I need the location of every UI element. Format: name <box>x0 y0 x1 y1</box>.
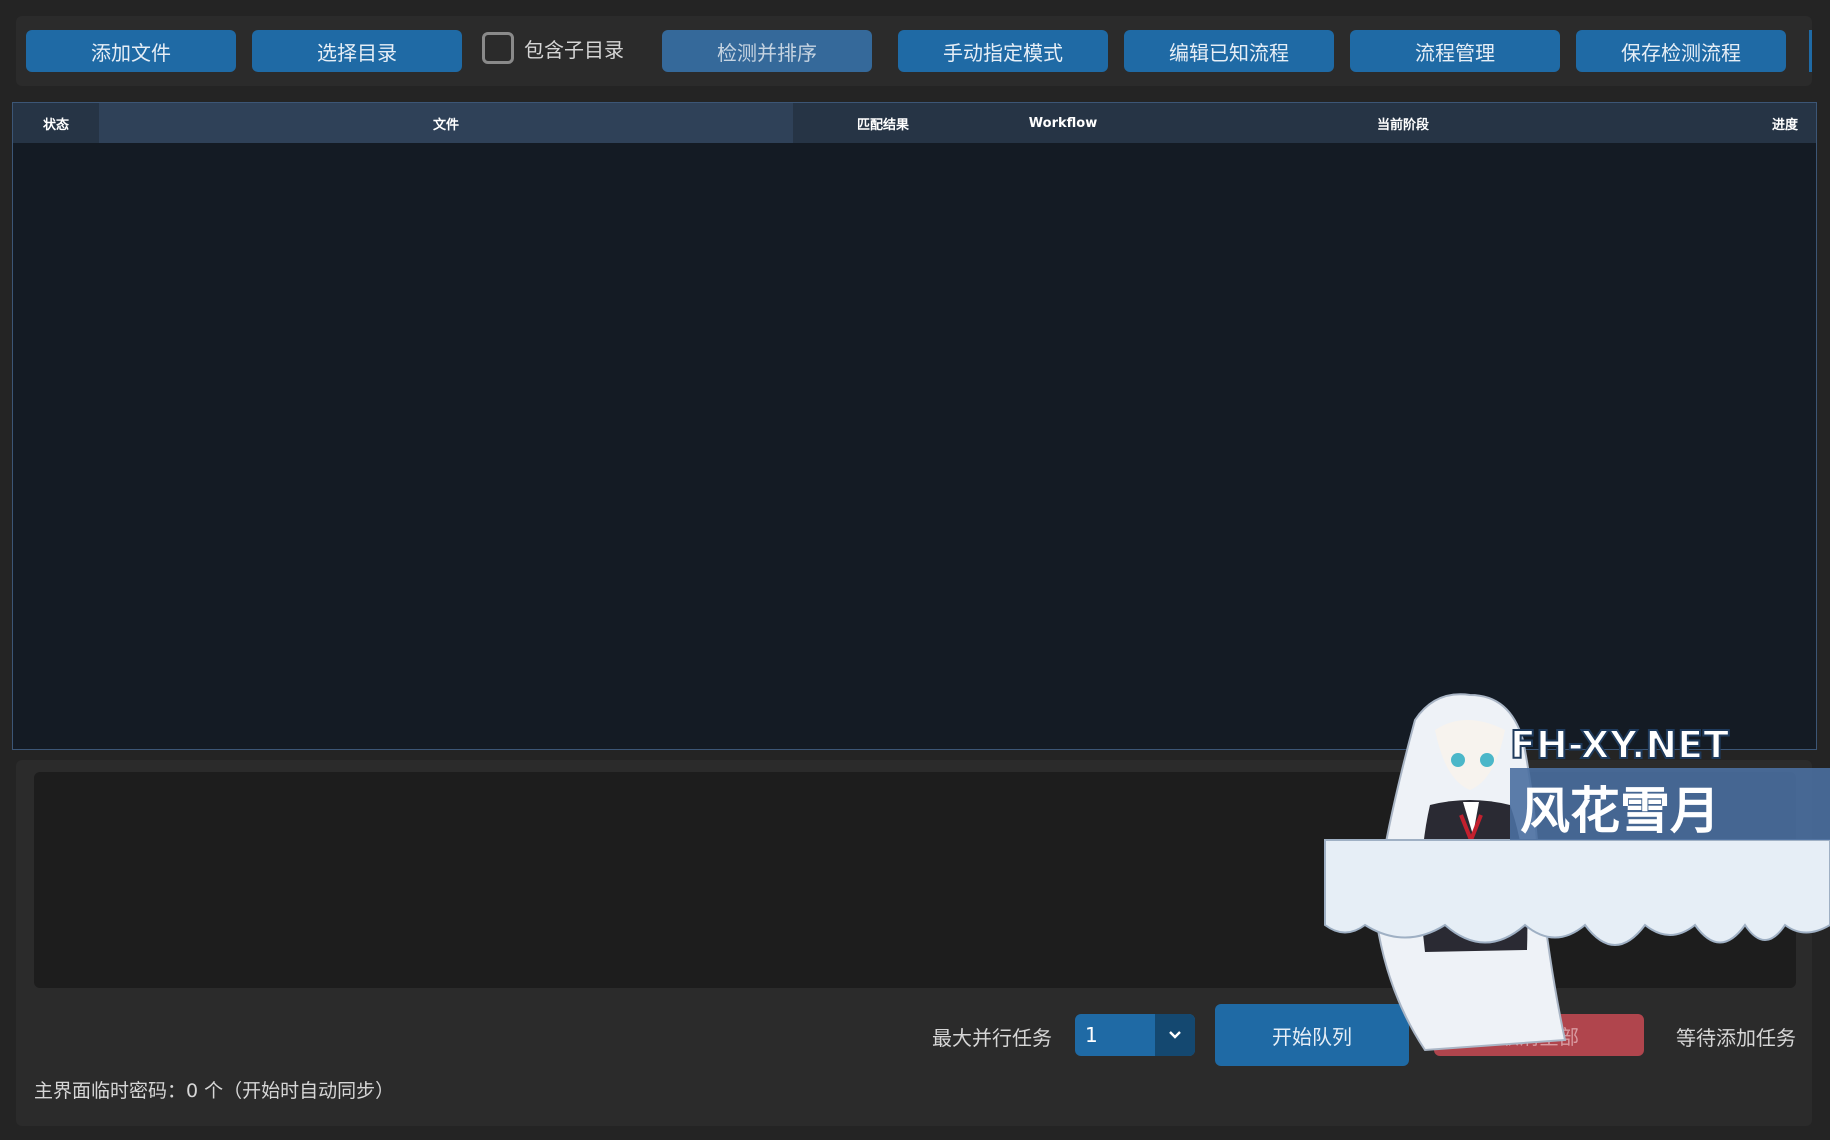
manual-mode-button[interactable]: 手动指定模式 <box>898 30 1108 72</box>
column-header-workflow[interactable]: Workflow <box>973 103 1153 143</box>
watermark-name: 风花雪月 <box>1520 782 1720 840</box>
chevron-down-icon[interactable] <box>1155 1014 1195 1056</box>
include-subdirs-checkbox[interactable]: 包含子目录 <box>482 32 624 64</box>
max-parallel-select[interactable]: 1 <box>1075 1014 1195 1056</box>
checkbox-box[interactable] <box>482 32 514 64</box>
column-header-progress[interactable]: 进度 <box>1753 103 1817 143</box>
column-header-stage[interactable]: 当前阶段 <box>1153 103 1653 143</box>
max-parallel-value: 1 <box>1085 1023 1098 1047</box>
task-table[interactable]: 状态 文件 匹配结果 Workflow 当前阶段 进度 <box>12 102 1817 750</box>
select-directory-button[interactable]: 选择目录 <box>252 30 462 72</box>
temp-password-text: 主界面临时密码：0 个（开始时自动同步） <box>34 1080 395 1102</box>
column-header-file[interactable]: 文件 <box>99 103 793 143</box>
watermark-site: FH-XY.NET <box>1510 723 1729 767</box>
toolbar: 添加文件 选择目录 包含子目录 检测并排序 手动指定模式 编辑已知流程 流程管理… <box>16 16 1812 86</box>
save-detection-flow-button[interactable]: 保存检测流程 <box>1576 30 1786 72</box>
watermark-mascot: 风花雪月 FH-XY.NET <box>1324 693 1830 1052</box>
add-file-button[interactable]: 添加文件 <box>26 30 236 72</box>
max-parallel-label: 最大并行任务 <box>932 1026 1052 1050</box>
toolbar-overflow-edge <box>1809 30 1812 72</box>
column-header-match[interactable]: 匹配结果 <box>793 103 973 143</box>
column-header-status[interactable]: 状态 <box>13 103 99 143</box>
flow-management-button[interactable]: 流程管理 <box>1350 30 1560 72</box>
edit-known-flow-button[interactable]: 编辑已知流程 <box>1124 30 1334 72</box>
detect-sort-button[interactable]: 检测并排序 <box>662 30 872 72</box>
include-subdirs-label: 包含子目录 <box>524 37 624 62</box>
table-header: 状态 文件 匹配结果 Workflow 当前阶段 进度 <box>13 103 1816 143</box>
